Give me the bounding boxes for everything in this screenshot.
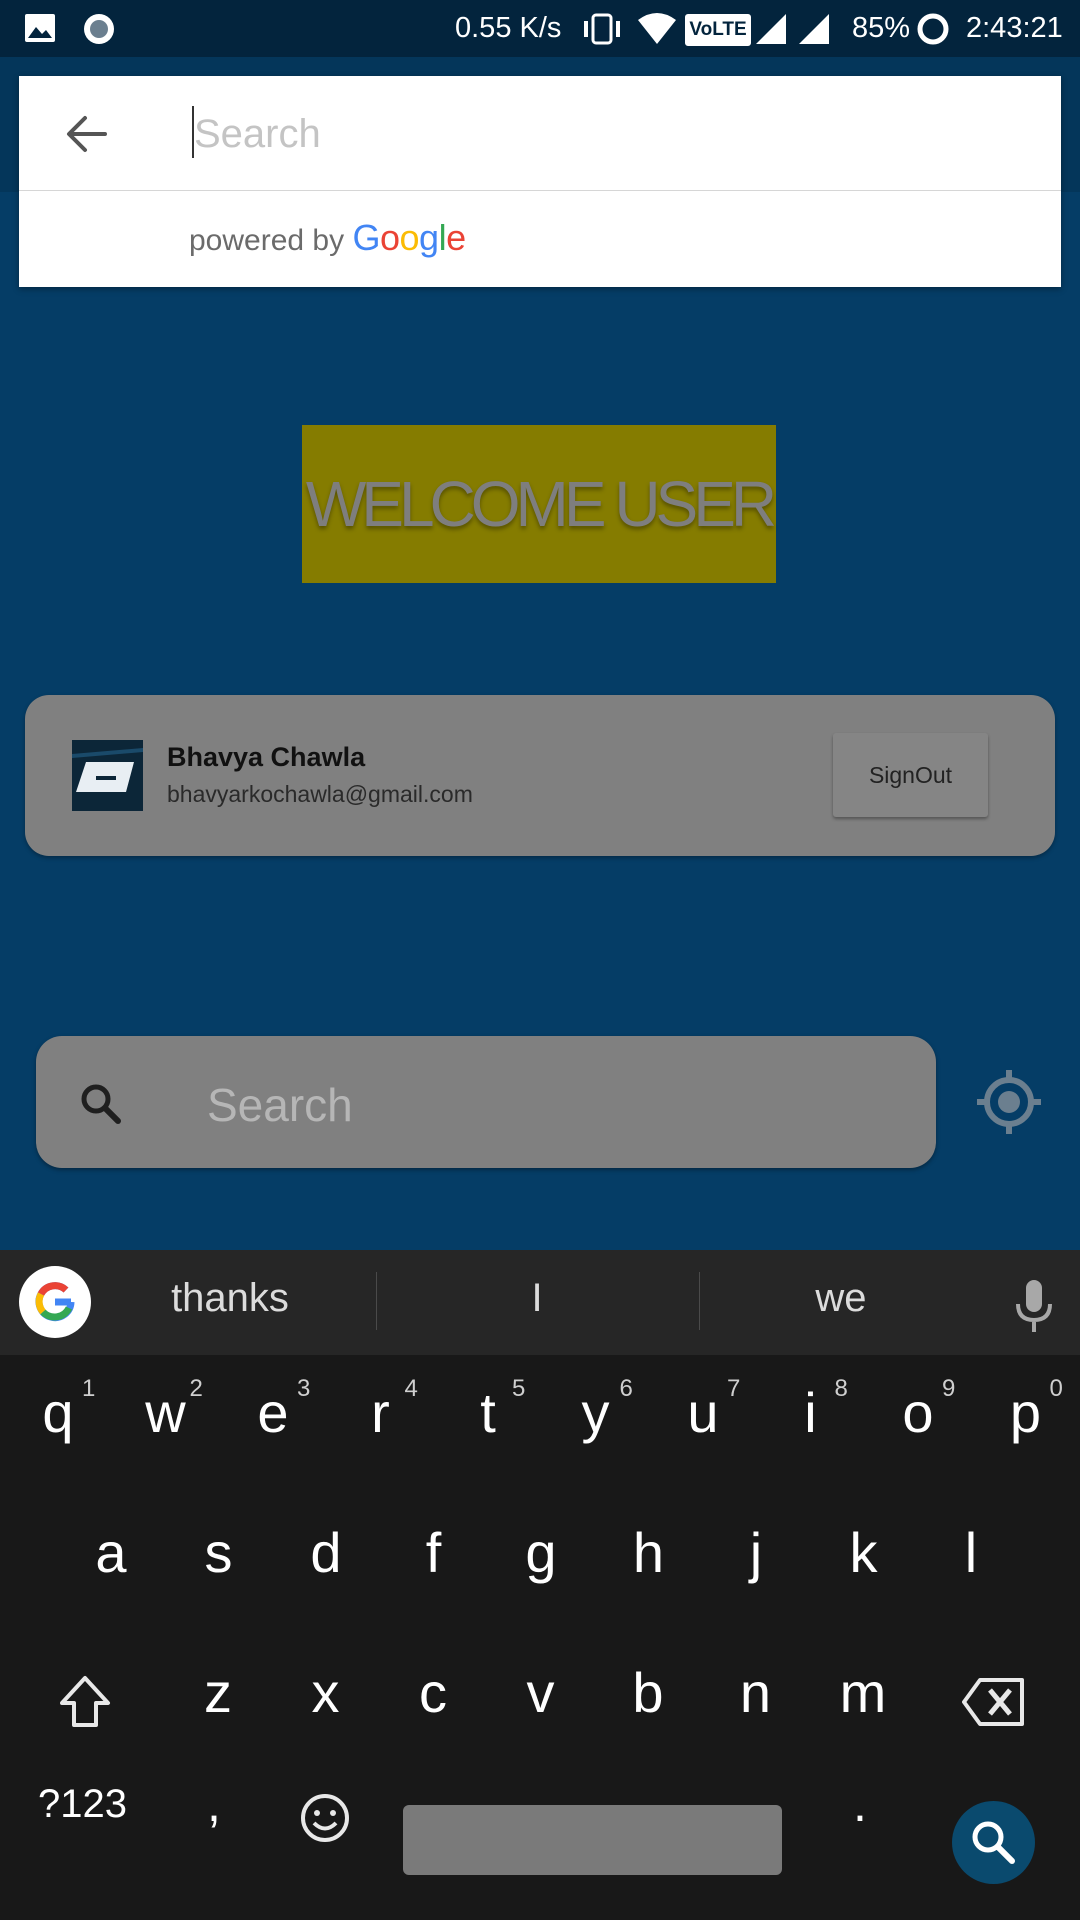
avatar[interactable] bbox=[72, 740, 143, 811]
key-hint: 7 bbox=[727, 1375, 741, 1402]
shift-icon[interactable] bbox=[56, 1673, 114, 1731]
key-hint: 3 bbox=[297, 1375, 311, 1402]
powered-by-text: powered by bbox=[189, 224, 345, 257]
suggestion-strip: thanks I we bbox=[0, 1250, 1080, 1355]
key-hint: 0 bbox=[1049, 1375, 1063, 1402]
key-n[interactable]: n bbox=[721, 1648, 791, 1738]
image-icon bbox=[25, 14, 55, 42]
account-card: Bhavya Chawla bhavyarkochawla@gmail.com … bbox=[25, 695, 1055, 856]
key-hint: 8 bbox=[834, 1375, 848, 1402]
suggestion-1[interactable]: thanks bbox=[130, 1276, 330, 1321]
wifi-icon bbox=[638, 13, 676, 44]
signout-button[interactable]: SignOut bbox=[833, 733, 988, 817]
comma-key[interactable]: , bbox=[207, 1775, 221, 1833]
volte-icon: VoLTE bbox=[685, 14, 751, 46]
key-f[interactable]: f bbox=[399, 1508, 469, 1598]
account-email: bhavyarkochawla@gmail.com bbox=[167, 781, 473, 807]
google-letter: l bbox=[438, 217, 447, 258]
my-location-icon[interactable] bbox=[975, 1068, 1043, 1136]
key-s[interactable]: s bbox=[184, 1508, 254, 1598]
key-c[interactable]: c bbox=[398, 1648, 468, 1738]
divider bbox=[699, 1272, 700, 1330]
symbols-key[interactable]: ?123 bbox=[38, 1782, 127, 1827]
space-bar[interactable] bbox=[403, 1805, 782, 1875]
battery-ring-icon bbox=[917, 13, 949, 45]
text-caret bbox=[192, 106, 194, 158]
suggestion-2[interactable]: I bbox=[437, 1276, 637, 1321]
google-logo: Google bbox=[352, 217, 466, 258]
key-a[interactable]: a bbox=[76, 1508, 146, 1598]
key-hint: 4 bbox=[404, 1375, 418, 1402]
avatar-logo-icon bbox=[72, 740, 143, 811]
keyboard: thanks I we q1w2e3r4t5y6u7i8o9p0 asdfghj… bbox=[0, 1250, 1080, 1920]
key-hint: 5 bbox=[512, 1375, 526, 1402]
status-bar: 0.55 K/s VoLTE 85% 2:43:21 bbox=[0, 0, 1080, 57]
vibrate-icon bbox=[584, 13, 620, 45]
period-key[interactable]: . bbox=[853, 1775, 867, 1833]
google-g-button[interactable] bbox=[19, 1266, 91, 1338]
suggestion-3[interactable]: we bbox=[741, 1276, 941, 1321]
key-hint: 1 bbox=[82, 1375, 96, 1402]
key-hint: 9 bbox=[942, 1375, 956, 1402]
search-action-button[interactable] bbox=[952, 1801, 1035, 1884]
key-j[interactable]: j bbox=[721, 1508, 791, 1598]
key-hint: 2 bbox=[189, 1375, 203, 1402]
key-hint: 6 bbox=[619, 1375, 633, 1402]
location-search-bar[interactable]: Search bbox=[36, 1036, 936, 1168]
divider bbox=[376, 1272, 377, 1330]
clock: 2:43:21 bbox=[966, 12, 1063, 44]
key-k[interactable]: k bbox=[829, 1508, 899, 1598]
key-b[interactable]: b bbox=[613, 1648, 683, 1738]
google-letter: G bbox=[352, 217, 380, 258]
back-arrow-icon[interactable] bbox=[65, 112, 109, 156]
key-d[interactable]: d bbox=[291, 1508, 361, 1598]
key-l[interactable]: l bbox=[936, 1508, 1006, 1598]
battery-percent: 85% bbox=[852, 12, 911, 44]
search-icon bbox=[81, 1084, 121, 1124]
emoji-icon[interactable] bbox=[299, 1792, 351, 1844]
divider bbox=[19, 190, 1061, 191]
net-speed: 0.55 K/s bbox=[455, 12, 562, 44]
google-letter: o bbox=[379, 217, 400, 258]
location-search-placeholder: Search bbox=[207, 1079, 353, 1131]
mic-icon[interactable] bbox=[1012, 1278, 1056, 1334]
welcome-text: WELCOME USER bbox=[305, 468, 777, 540]
key-h[interactable]: h bbox=[614, 1508, 684, 1598]
key-z[interactable]: z bbox=[183, 1648, 253, 1738]
record-icon bbox=[84, 14, 114, 44]
key-x[interactable]: x bbox=[291, 1648, 361, 1738]
google-g-icon bbox=[35, 1282, 75, 1322]
welcome-banner: WELCOME USER bbox=[302, 425, 777, 583]
powered-by-google: powered by Google bbox=[189, 217, 466, 259]
place-search-overlay: powered by Google bbox=[19, 76, 1061, 287]
key-v[interactable]: v bbox=[506, 1648, 576, 1738]
google-letter: o bbox=[399, 217, 420, 258]
signal-icon bbox=[756, 14, 786, 44]
signal-icon bbox=[799, 14, 829, 44]
key-m[interactable]: m bbox=[828, 1648, 898, 1738]
google-letter: e bbox=[446, 217, 466, 258]
backspace-icon[interactable] bbox=[962, 1676, 1026, 1728]
search-icon bbox=[972, 1821, 1015, 1864]
key-g[interactable]: g bbox=[506, 1508, 576, 1598]
google-letter: g bbox=[419, 217, 439, 258]
account-name: Bhavya Chawla bbox=[167, 742, 366, 772]
place-search-input[interactable] bbox=[192, 100, 1016, 168]
